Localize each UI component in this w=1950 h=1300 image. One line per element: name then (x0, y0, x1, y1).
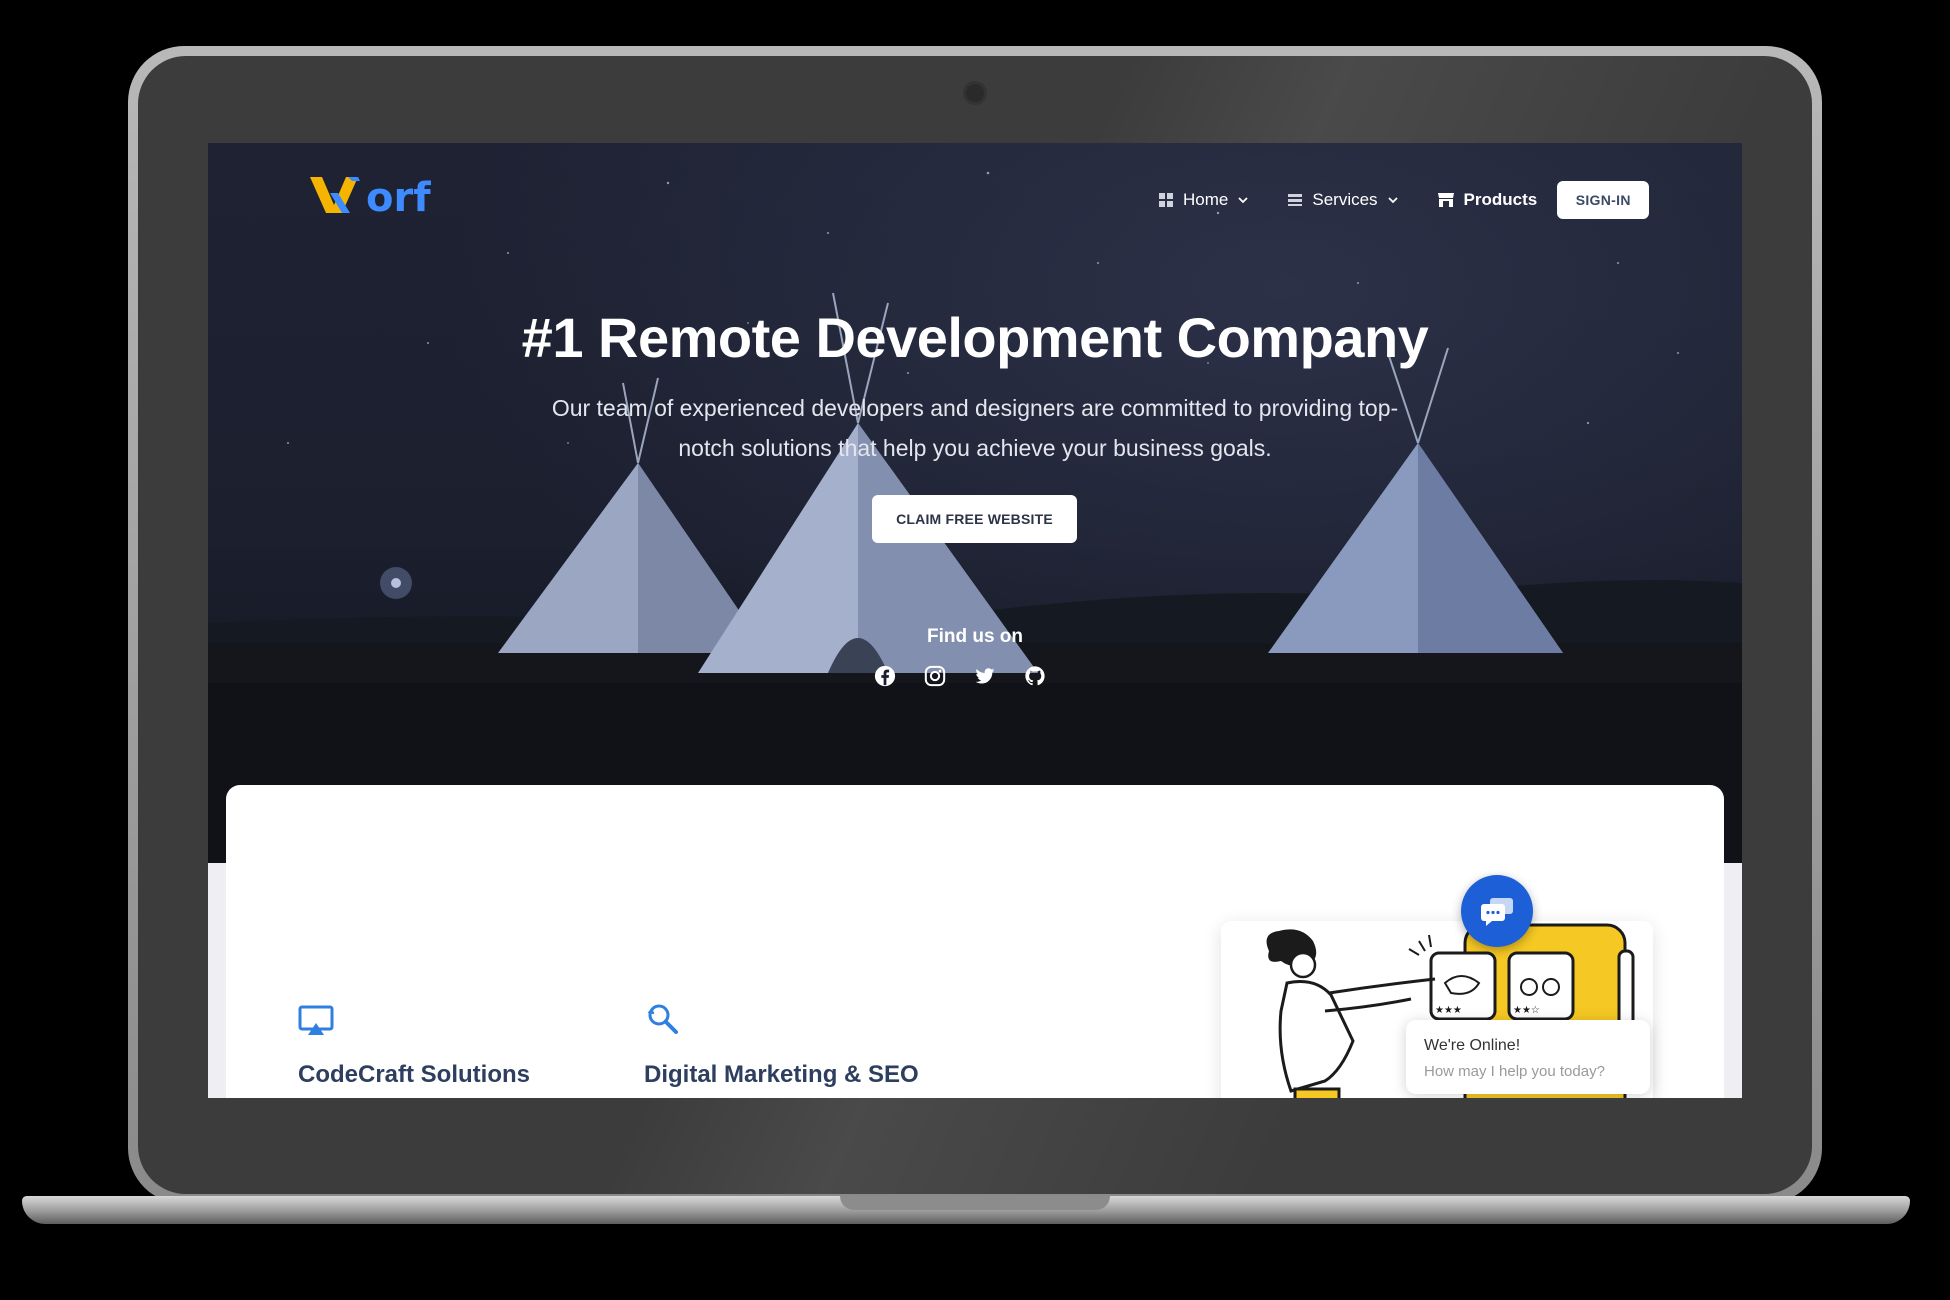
grid-icon (1159, 193, 1173, 207)
chat-title: We're Online! (1424, 1037, 1521, 1054)
social-links (874, 665, 1046, 687)
chat-launcher-button[interactable] (1461, 875, 1533, 947)
claim-free-website-button[interactable]: CLAIM FREE WEBSITE (872, 495, 1077, 543)
svg-text:★★★: ★★★ (1435, 1005, 1462, 1016)
nav-products-label: Products (1463, 190, 1538, 209)
nav-item-services[interactable]: Services (1287, 190, 1398, 210)
nav-item-products[interactable]: Products (1437, 190, 1538, 210)
website-screen: orf Home Services Products SIGN-IN #1 Re… (208, 143, 1742, 1098)
main-nav: Home Services Products SIGN-IN (1158, 181, 1650, 219)
store-icon (1437, 193, 1454, 207)
twitter-icon[interactable] (974, 665, 996, 687)
nav-item-home[interactable]: Home (1158, 190, 1249, 210)
worf-logo[interactable]: orf (308, 171, 458, 217)
chevron-down-icon (1238, 197, 1248, 204)
facebook-icon[interactable] (874, 665, 896, 687)
instagram-icon[interactable] (924, 665, 946, 687)
laptop-notch (840, 1196, 1110, 1210)
nav-home-label: Home (1183, 190, 1229, 209)
hero-subtitle-line2: notch solutions that help you achieve yo… (678, 435, 1272, 461)
nav-services-label: Services (1312, 190, 1378, 209)
feature-title-codecraft: CodeCraft Solutions (298, 1061, 530, 1088)
chat-icon (1481, 898, 1513, 926)
chevron-down-icon (1387, 197, 1398, 204)
search-refresh-icon (647, 1004, 678, 1034)
chat-popup[interactable]: We're Online! How may I help you today? (1406, 1020, 1650, 1094)
chat-subtitle: How may I help you today? (1424, 1063, 1605, 1080)
hero-subtitle-line1: Our team of experienced developers and d… (551, 395, 1399, 421)
svg-text:★★☆: ★★☆ (1513, 1005, 1540, 1016)
list-icon (1288, 194, 1303, 206)
camera-dot (966, 84, 984, 102)
svg-text:orf: orf (366, 175, 431, 217)
monitor-icon (298, 1005, 334, 1035)
signin-button[interactable]: SIGN-IN (1557, 181, 1650, 219)
hero-subtitle: Our team of experienced developers and d… (518, 388, 1432, 468)
hero-section: orf Home Services Products SIGN-IN #1 Re… (208, 143, 1742, 863)
feature-title-digital-marketing: Digital Marketing & SEO (644, 1061, 919, 1088)
github-icon[interactable] (1024, 665, 1046, 687)
find-us-label: Find us on (926, 626, 1024, 647)
hero-title: #1 Remote Development Company (521, 306, 1429, 369)
